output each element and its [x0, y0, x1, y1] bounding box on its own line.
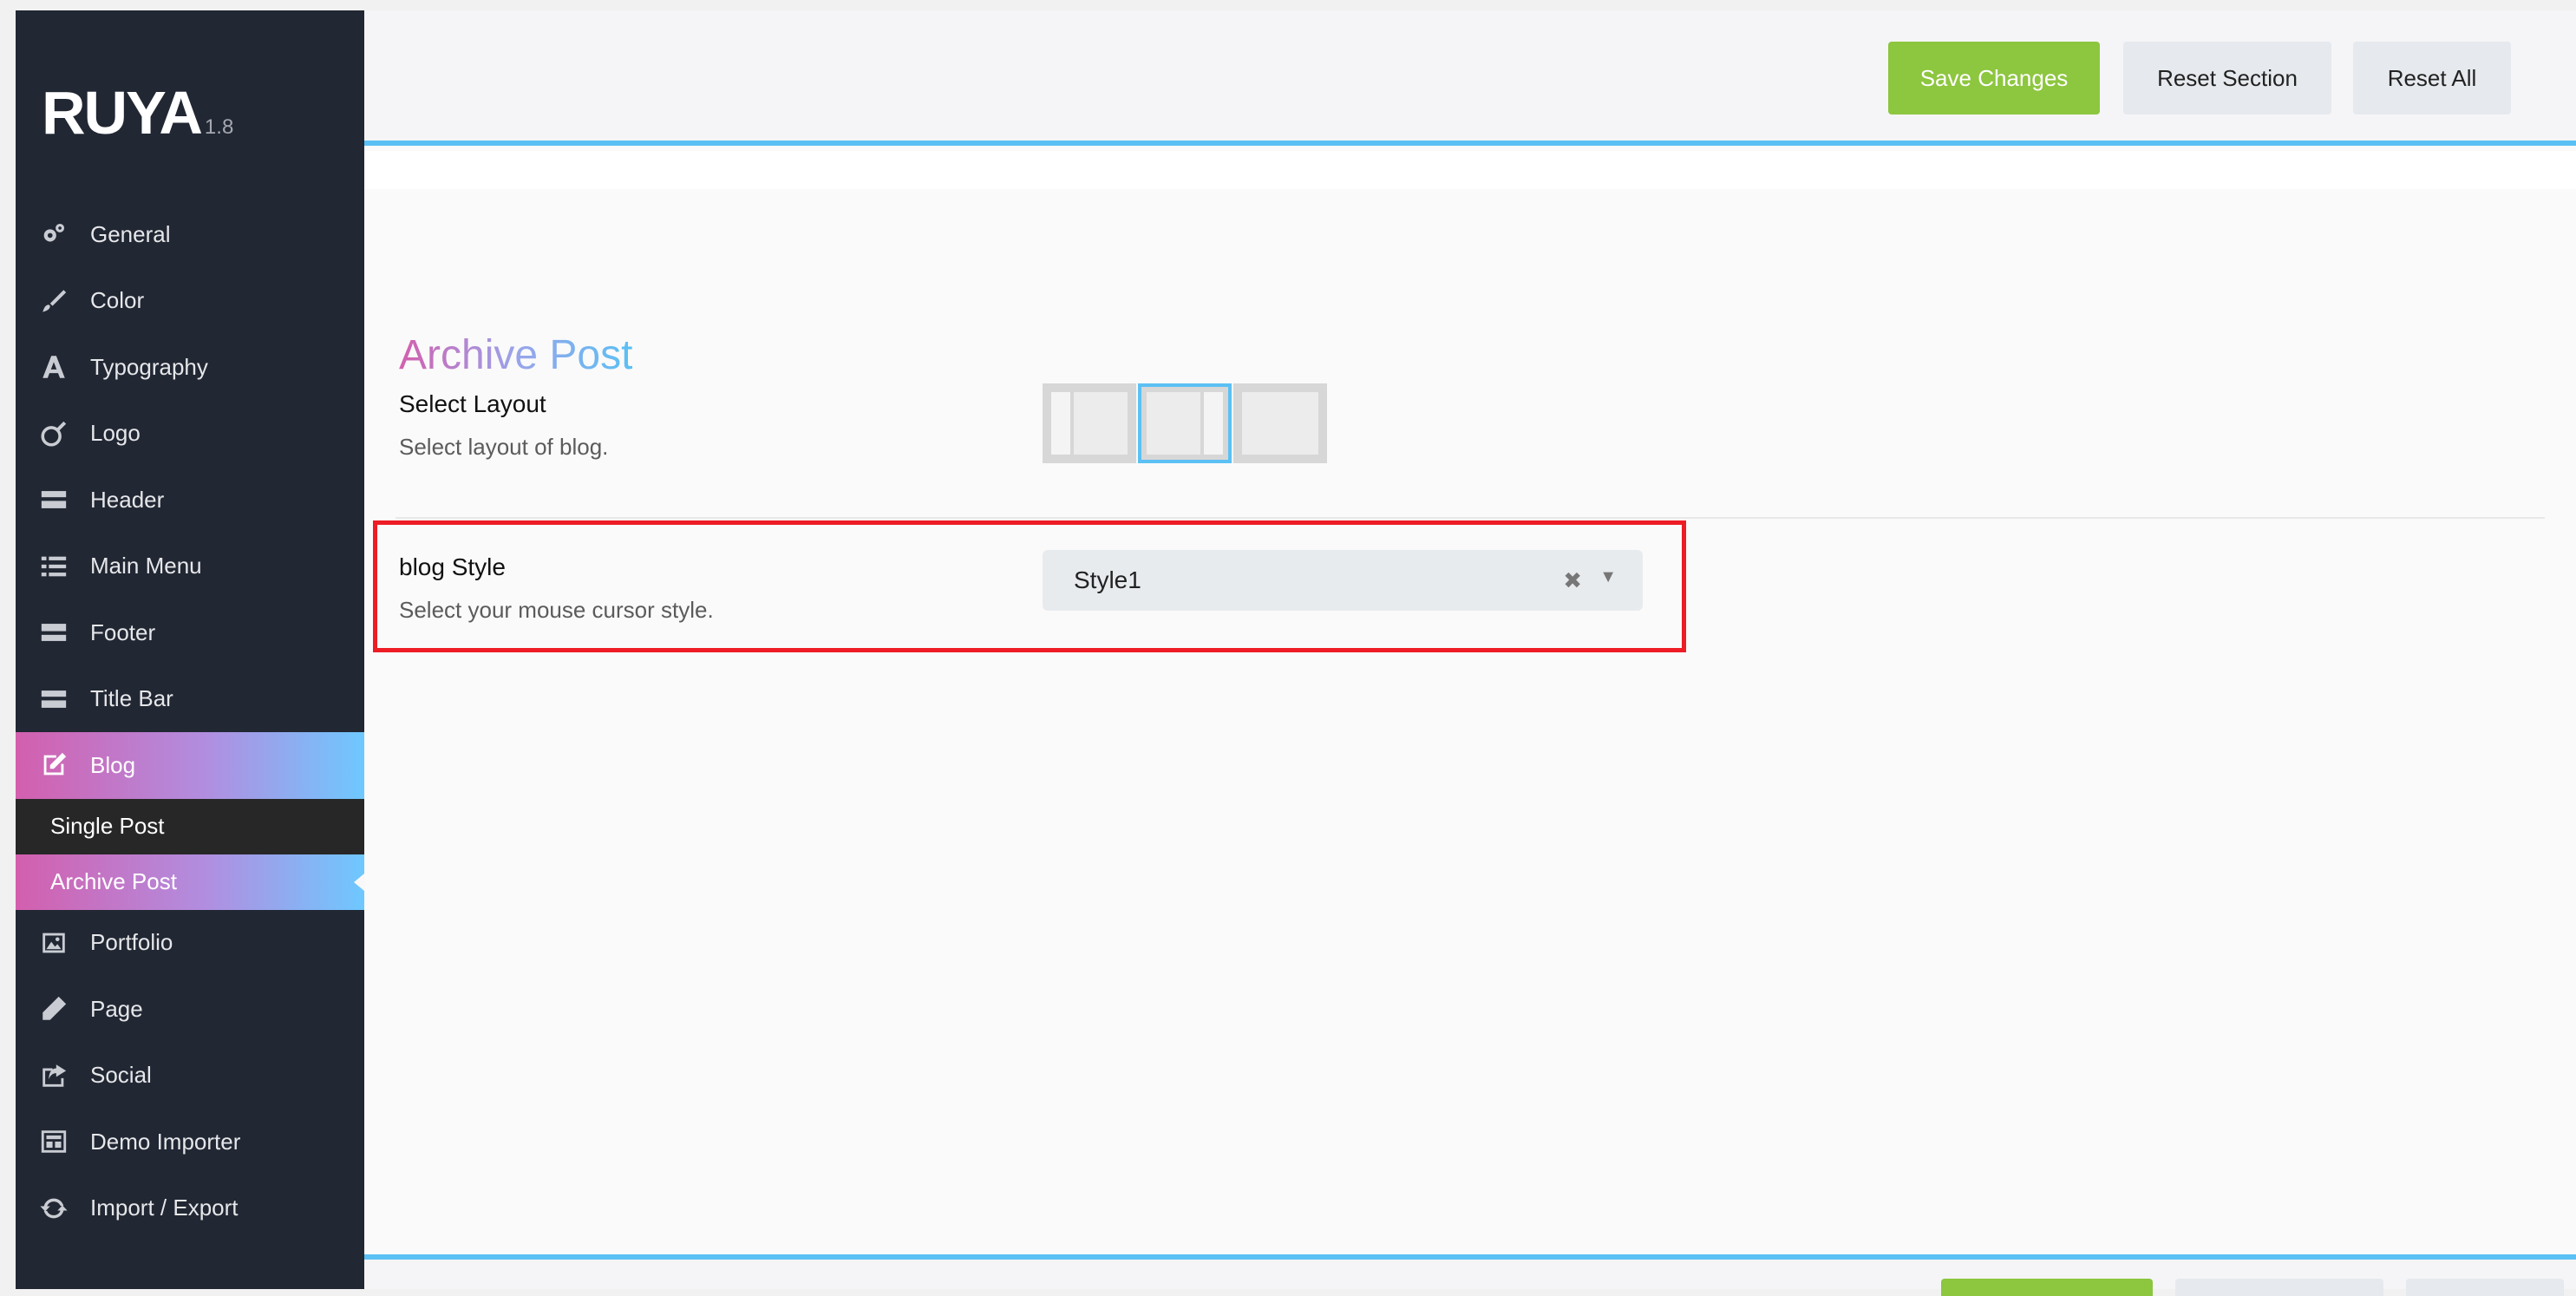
sidebar: RUYA 1.8 General Color Typography Logo H… — [16, 10, 364, 1289]
clear-icon[interactable]: ✖ — [1563, 567, 1582, 594]
sidebar-item-label: Footer — [90, 619, 156, 645]
sidebar-item-label: Typography — [90, 353, 208, 380]
list-icon — [38, 551, 69, 582]
font-icon — [38, 351, 69, 383]
reset-all-button[interactable]: Reset All — [2353, 42, 2511, 115]
bottom-reset-all-button[interactable] — [2406, 1279, 2564, 1296]
field-label-blog-style: blog Style — [399, 553, 506, 580]
chevron-down-icon[interactable]: ▼ — [1599, 567, 1617, 587]
sidebar-item-typography[interactable]: Typography — [16, 334, 364, 401]
sidebar-item-label: Main Menu — [90, 553, 202, 579]
field-label-select-layout: Select Layout — [399, 390, 546, 417]
logo-icon — [38, 418, 69, 449]
sidebar-item-label: Social — [90, 1062, 152, 1089]
sidebar-item-label: Import / Export — [90, 1195, 239, 1221]
sidebar-item-social[interactable]: Social — [16, 1043, 364, 1109]
layout-option-right-sidebar[interactable] — [1138, 383, 1232, 463]
info-strip — [364, 151, 2576, 189]
header-icon — [38, 484, 69, 515]
pencil-icon — [38, 993, 69, 1024]
brand-logo: RUYA 1.8 — [42, 78, 233, 147]
sidebar-item-label: Title Bar — [90, 685, 173, 712]
sidebar-item-label: Portfolio — [90, 929, 173, 956]
sidebar-item-portfolio[interactable]: Portfolio — [16, 910, 364, 977]
main-panel: Save Changes Reset Section Reset All Arc… — [364, 10, 2576, 1296]
blog-style-value: Style1 — [1074, 566, 1141, 593]
footer-icon — [38, 617, 69, 648]
submenu-item-single-post[interactable]: Single Post — [16, 798, 364, 854]
sidebar-item-logo[interactable]: Logo — [16, 401, 364, 468]
brand-name: RUYA — [42, 79, 203, 147]
sidebar-item-color[interactable]: Color — [16, 268, 364, 335]
sidebar-item-import-export[interactable]: Import / Export — [16, 1175, 364, 1242]
field-desc-select-layout: Select layout of blog. — [399, 434, 609, 460]
titlebar-icon — [38, 684, 69, 715]
top-toolbar: Save Changes Reset Section Reset All — [364, 10, 2576, 146]
sidebar-item-label: Demo Importer — [90, 1128, 241, 1155]
sidebar-item-label: Color — [90, 287, 145, 314]
sidebar-item-header[interactable]: Header — [16, 467, 364, 533]
sidebar-item-title-bar[interactable]: Title Bar — [16, 666, 364, 733]
field-desc-blog-style: Select your mouse cursor style. — [399, 597, 714, 623]
sidebar-item-page[interactable]: Page — [16, 976, 364, 1043]
submenu-item-label: Archive Post — [50, 868, 177, 894]
sidebar-item-label: Logo — [90, 420, 141, 447]
brand-version: 1.8 — [204, 115, 234, 139]
sidebar-item-label: Header — [90, 486, 165, 513]
layout-option-left-sidebar[interactable] — [1043, 383, 1136, 463]
edit-icon — [38, 749, 69, 781]
sidebar-menu: General Color Typography Logo Header Mai… — [16, 201, 364, 1241]
bottom-save-button[interactable] — [1941, 1279, 2153, 1296]
sidebar-item-blog[interactable]: Blog — [16, 732, 364, 799]
image-icon — [38, 927, 69, 959]
bottom-toolbar — [364, 1254, 2576, 1296]
blog-style-select[interactable]: Style1 ✖ ▼ — [1043, 550, 1643, 611]
sidebar-item-label: Blog — [90, 751, 136, 778]
sidebar-item-main-menu[interactable]: Main Menu — [16, 533, 364, 600]
sidebar-item-label: Page — [90, 995, 143, 1022]
sidebar-item-label: General — [90, 220, 171, 247]
sidebar-item-demo-importer[interactable]: Demo Importer — [16, 1109, 364, 1175]
field-divider — [396, 517, 2545, 519]
gears-icon — [38, 219, 69, 250]
app-window: RUYA 1.8 General Color Typography Logo H… — [0, 0, 2576, 1296]
sidebar-item-general[interactable]: General — [16, 201, 364, 268]
reset-section-button[interactable]: Reset Section — [2123, 42, 2331, 115]
layout-option-no-sidebar[interactable] — [1233, 383, 1327, 463]
submenu-item-label: Single Post — [50, 813, 165, 839]
brush-icon — [38, 285, 69, 317]
save-changes-button[interactable]: Save Changes — [1888, 42, 2100, 115]
sidebar-item-footer[interactable]: Footer — [16, 599, 364, 666]
section-title: Archive Post — [399, 331, 633, 378]
bottom-reset-section-button[interactable] — [2175, 1279, 2383, 1296]
demo-icon — [38, 1126, 69, 1157]
share-icon — [38, 1060, 69, 1091]
layout-selector — [1043, 383, 1329, 463]
refresh-icon — [38, 1193, 69, 1224]
submenu-item-archive-post[interactable]: Archive Post — [16, 854, 364, 910]
